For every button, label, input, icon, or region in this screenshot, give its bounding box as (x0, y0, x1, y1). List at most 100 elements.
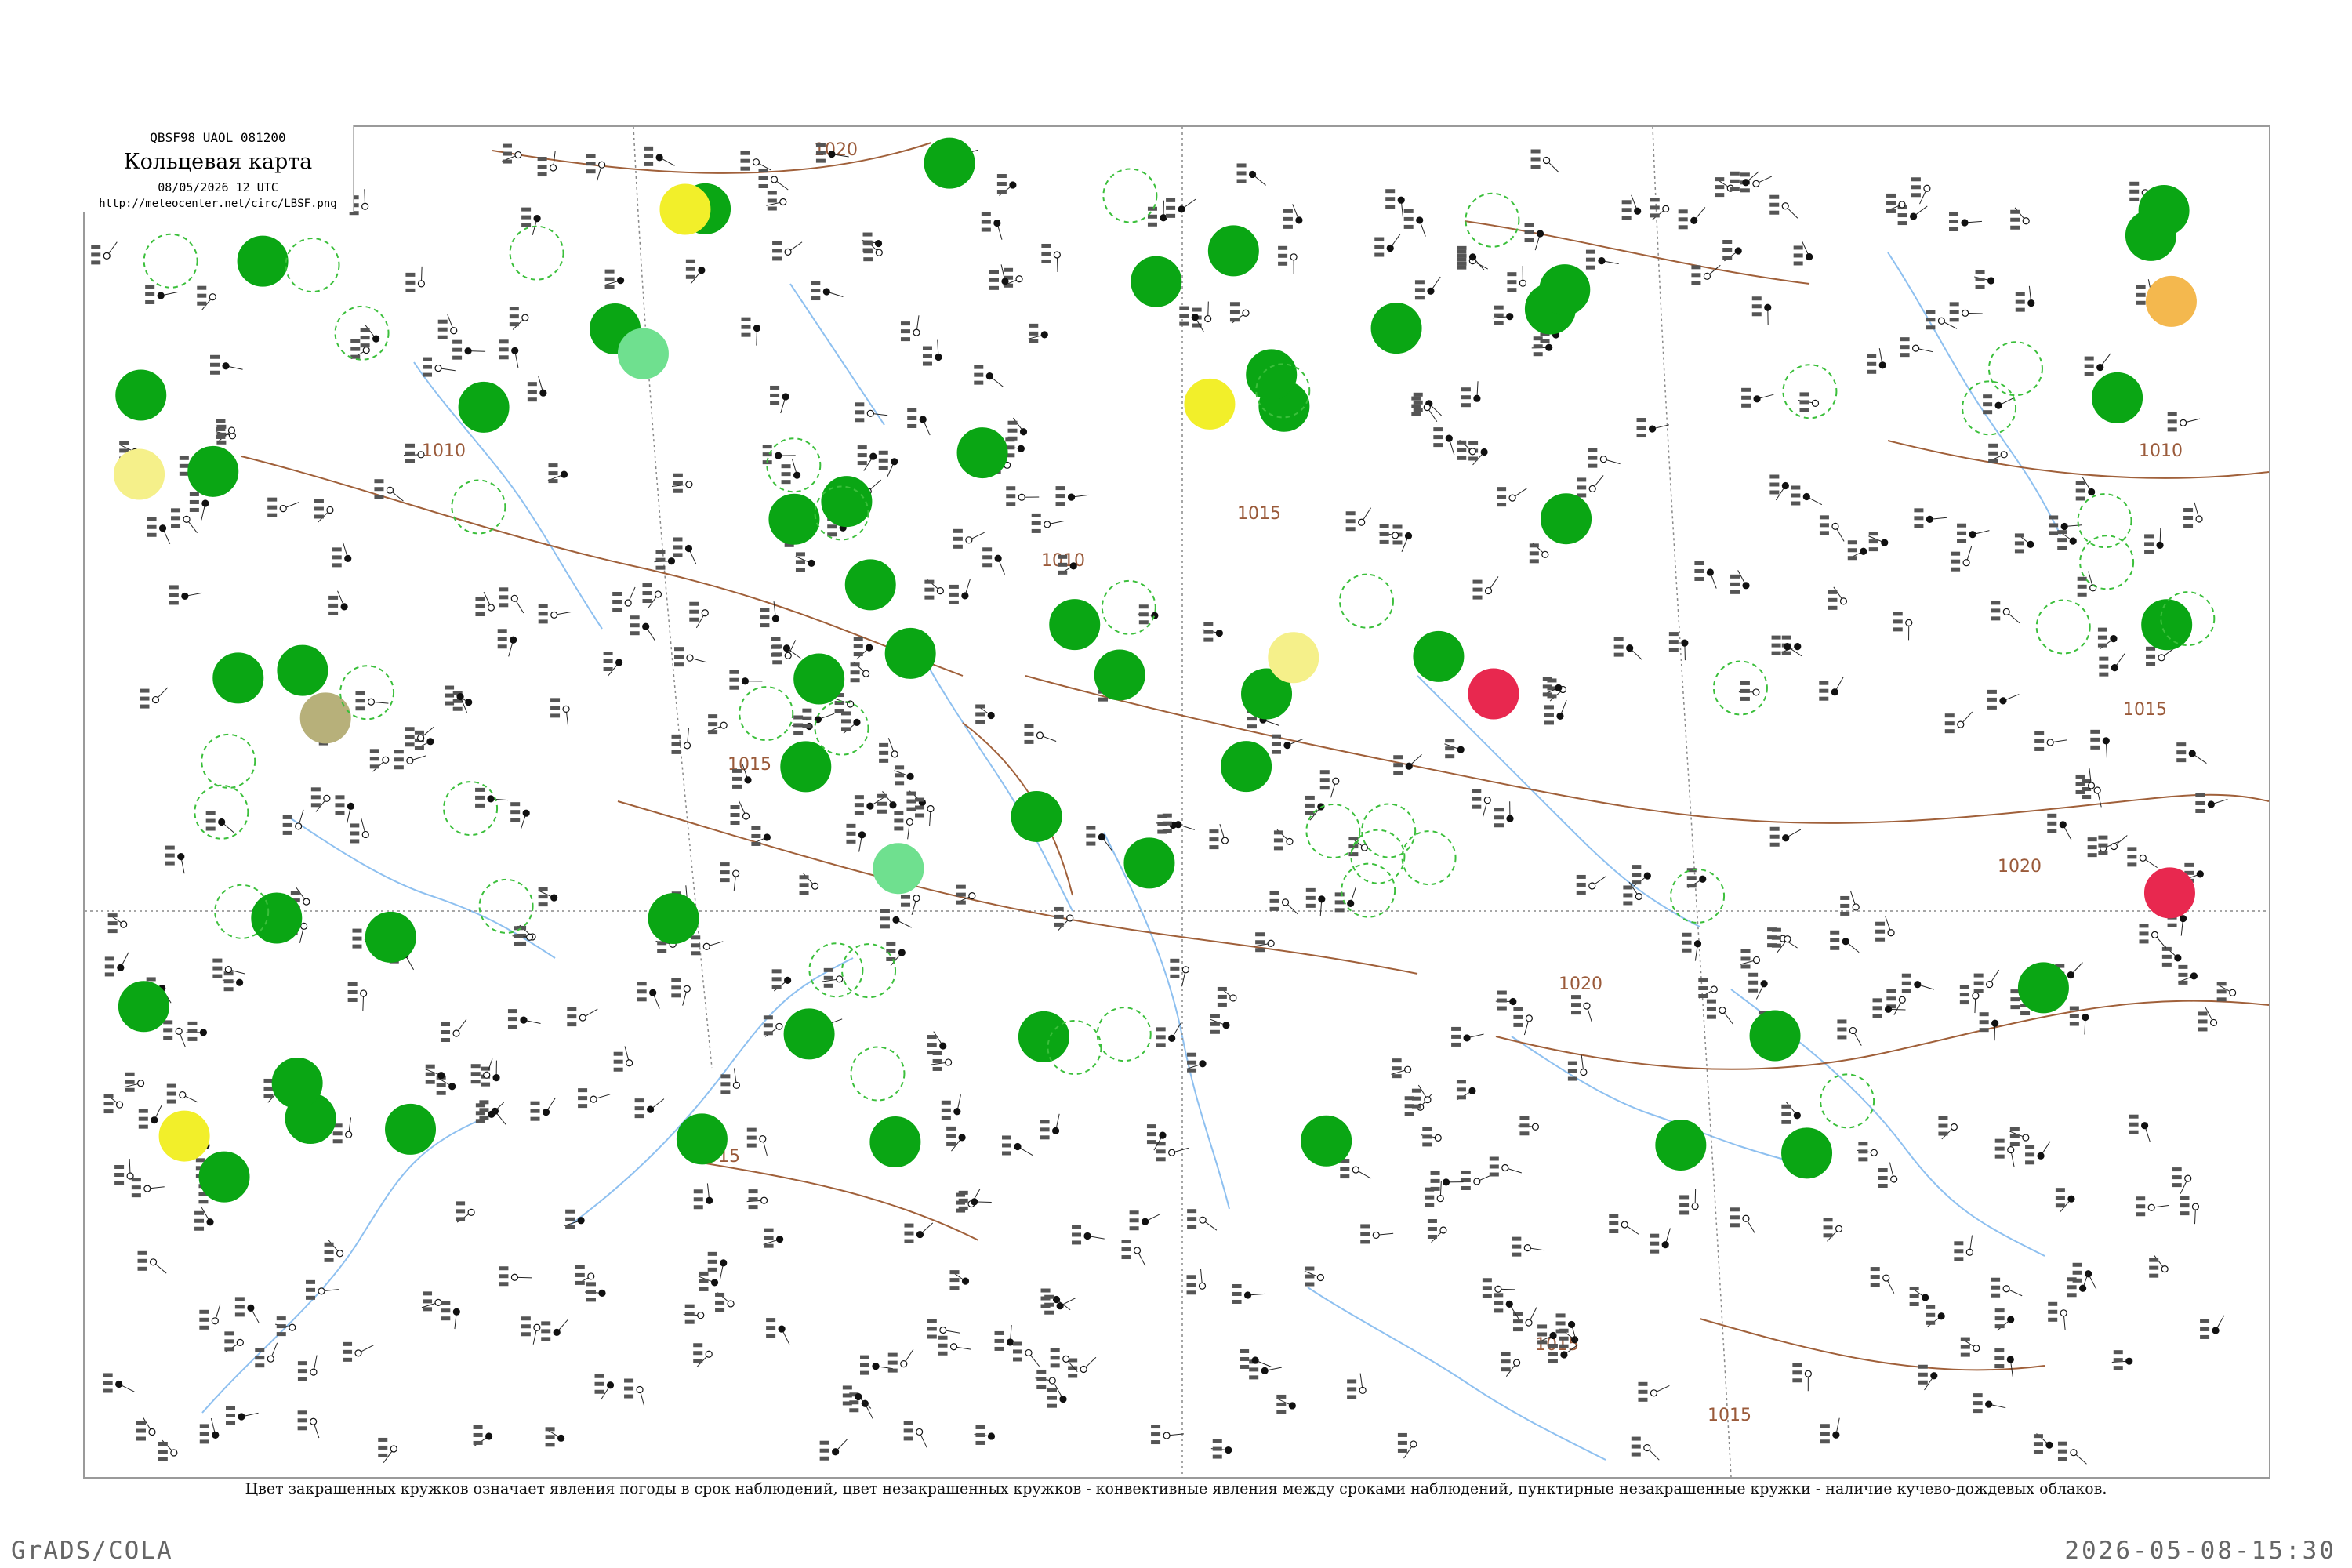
station-value-mark (1636, 434, 1646, 438)
cumulonimbus-ring (739, 686, 794, 742)
station-plot (1187, 1209, 1218, 1231)
rain-circle (277, 644, 328, 696)
station-plot (1472, 576, 1499, 600)
station-value-mark (2195, 808, 2205, 813)
station-value-mark (941, 1108, 951, 1112)
station-value-mark (741, 332, 751, 337)
cloud-cover-symbol (1887, 929, 1895, 937)
station-value-mark (684, 1319, 695, 1324)
station-value-mark (1427, 1218, 1437, 1223)
station-value-mark (1638, 1381, 1648, 1386)
station-value-mark (877, 801, 887, 806)
station-value-mark (1422, 1127, 1432, 1131)
station-value-mark (1494, 321, 1504, 325)
station-value-mark (1991, 1277, 2001, 1282)
station-value-mark (509, 322, 519, 327)
cloud-cover-symbol (103, 252, 111, 260)
cloud-cover-symbol (2102, 737, 2110, 745)
station-value-mark (1650, 213, 1660, 218)
cloud-cover-symbol (1358, 518, 1366, 526)
station-value-mark (941, 1100, 951, 1105)
cloud-cover-symbol (853, 718, 861, 726)
station-value-mark (634, 1106, 644, 1111)
station-value-mark (746, 1127, 757, 1132)
cloud-cover-symbol (1965, 1248, 1973, 1256)
cloud-cover-symbol (759, 1135, 767, 1143)
station-value-mark (758, 168, 768, 172)
station-value-mark (1036, 1369, 1047, 1374)
station-value-mark (234, 1305, 245, 1309)
station-value-mark (2149, 1273, 2159, 1278)
station-plot (530, 1097, 556, 1121)
station-plot (2097, 627, 2118, 650)
station-value-mark (1530, 165, 1541, 169)
station-value-mark (1430, 1171, 1440, 1175)
station-value-mark (655, 565, 666, 570)
source-url[interactable]: http://meteocenter.net/circ/LBSF.png (83, 198, 353, 210)
cloud-cover-symbol (771, 615, 779, 622)
station-value-mark (2129, 181, 2140, 186)
station-value-mark (1979, 1028, 1989, 1033)
station-value-mark (1585, 265, 1595, 270)
station-value-mark (1793, 245, 1803, 250)
station-plot (510, 802, 530, 830)
station-value-mark (1957, 539, 1967, 543)
cloud-cover-symbol (520, 1016, 528, 1024)
station-value-mark (475, 597, 485, 601)
station-value-mark (1650, 198, 1660, 202)
station-value-mark (729, 670, 739, 674)
station-value-mark (860, 1370, 870, 1375)
station-plot (799, 873, 819, 895)
station-plot (499, 587, 524, 614)
station-value-mark (1269, 906, 1279, 911)
station-value-mark (772, 256, 782, 261)
station-value-mark (1055, 486, 1065, 491)
station-value-mark (405, 727, 415, 731)
station-value-mark (306, 1287, 316, 1292)
station-value-mark (740, 158, 750, 163)
station-value-mark (1819, 681, 1829, 685)
station-value-mark (2172, 1167, 2182, 1172)
rain-circle (793, 653, 845, 705)
station-value-mark (1730, 187, 1740, 191)
station-plot (2136, 1196, 2169, 1217)
station-plot (1393, 754, 1422, 775)
cloud-cover-symbol (209, 293, 216, 301)
station-value-mark (425, 1064, 435, 1069)
station-value-mark (989, 278, 999, 282)
station-value-mark (2098, 843, 2108, 848)
cloud-cover-symbol (211, 1317, 219, 1325)
station-value-mark (1858, 1157, 1868, 1162)
station-value-mark (842, 1393, 852, 1398)
station-value-mark (199, 1424, 209, 1428)
station-value-mark (927, 1327, 937, 1331)
cloud-cover-symbol (1168, 1034, 1176, 1042)
station-value-mark (1468, 456, 1479, 461)
station-value-mark (103, 1109, 114, 1114)
station-plot (877, 791, 897, 814)
station-value-mark (1276, 1394, 1287, 1399)
station-value-mark (2090, 737, 2100, 742)
station-value-mark (499, 587, 509, 592)
station-value-mark (946, 1126, 956, 1131)
isobar-label: 1010 (1041, 551, 1085, 571)
cloud-cover-symbol (1204, 314, 1212, 323)
station-value-mark (2010, 997, 2020, 1002)
station-plot (314, 499, 334, 523)
cloud-cover-symbol (2067, 1195, 2075, 1203)
station-value-mark (1686, 884, 1697, 888)
station-value-mark (1007, 420, 1018, 425)
station-value-mark (1170, 958, 1180, 963)
station-value-mark (1494, 815, 1504, 820)
station-value-mark (350, 831, 360, 836)
station-plot (1769, 826, 1802, 847)
cloud-cover-symbol (577, 1217, 585, 1225)
station-value-mark (637, 982, 647, 986)
station-value-mark (684, 1312, 695, 1316)
cloud-cover-symbol (775, 1022, 783, 1030)
station-plot (741, 317, 761, 346)
station-value-mark (1678, 209, 1688, 214)
station-value-mark (2010, 209, 2020, 214)
station-value-mark (343, 1341, 353, 1346)
cloud-cover-symbol (487, 604, 495, 612)
